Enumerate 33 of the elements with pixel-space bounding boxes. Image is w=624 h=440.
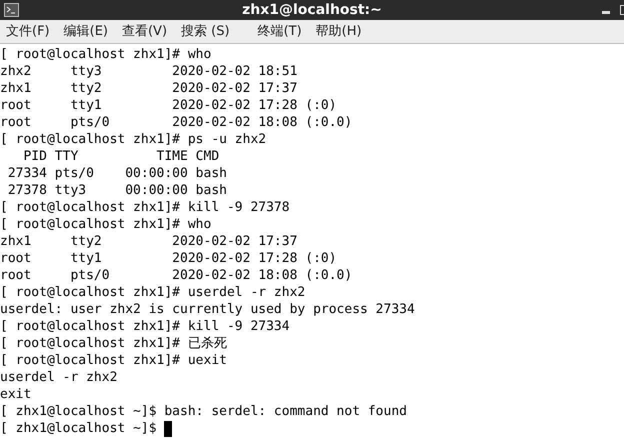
terminal-line: userdel -r zhx2 (0, 369, 118, 386)
terminal-line: [ root@localhost zhx1]# ps -u zhx2 (0, 131, 266, 148)
terminal-line: zhx1 tty2 2020-02-02 17:37 (0, 233, 298, 250)
terminal-line: userdel: user zhx2 is currently used by process 27334 (0, 301, 415, 318)
terminal-line: [ root@localhost zhx1]# kill -9 27378 (0, 199, 290, 216)
terminal-line: [ root@localhost zhx1]# userdel -r zhx2 (0, 284, 306, 301)
terminal-line: [ root@localhost zhx1]# who (0, 216, 212, 233)
terminal-line: 27334 pts/0 00:00:00 bash (6, 165, 227, 182)
terminal-line: root tty1 2020-02-02 17:28 (:0) (0, 97, 337, 114)
menu-item[interactable]: 终端(T) (258, 22, 302, 42)
terminal-icon (4, 3, 19, 17)
terminal-line: [ root@localhost zhx1]# kill -9 27334 (0, 318, 290, 335)
terminal-line: 27378 tty3 00:00:00 bash (6, 182, 227, 199)
menu-item[interactable]: 搜索 (S) (181, 22, 230, 42)
terminal-line: root tty1 2020-02-02 17:28 (:0) (0, 250, 337, 267)
terminal-line: zhx1 tty2 2020-02-02 17:37 (0, 80, 298, 97)
menu-item[interactable]: 查看(V) (122, 22, 168, 42)
cursor (164, 420, 172, 436)
terminal-line: [ root@localhost zhx1]# who (0, 46, 212, 63)
window-title: zhx1@localhost:~ (242, 3, 382, 17)
menu-item[interactable]: 帮助(H) (316, 22, 362, 42)
terminal-line: [ zhx1@localhost ~]$ bash: serdel: command not found (0, 403, 407, 420)
maximize-icon[interactable] (620, 5, 624, 15)
menu-item[interactable]: 文件(F) (6, 22, 50, 42)
terminal-line: [ zhx1@localhost ~]$ (0, 420, 158, 437)
terminal-line: PID TTY TIME CMD (22, 148, 220, 165)
terminal-line: root pts/0 2020-02-02 18:08 (:0.0) (0, 114, 352, 131)
terminal-line: root pts/0 2020-02-02 18:08 (:0.0) (0, 267, 352, 284)
terminal-line: [ root@localhost zhx1]# 已杀死 (0, 335, 227, 352)
terminal-line: exit (0, 386, 32, 403)
terminal-line: [ root@localhost zhx1]# uexit (0, 352, 227, 369)
menu-item[interactable]: 编辑(E) (64, 22, 108, 42)
terminal-line: zhx2 tty3 2020-02-02 18:51 (0, 63, 298, 80)
